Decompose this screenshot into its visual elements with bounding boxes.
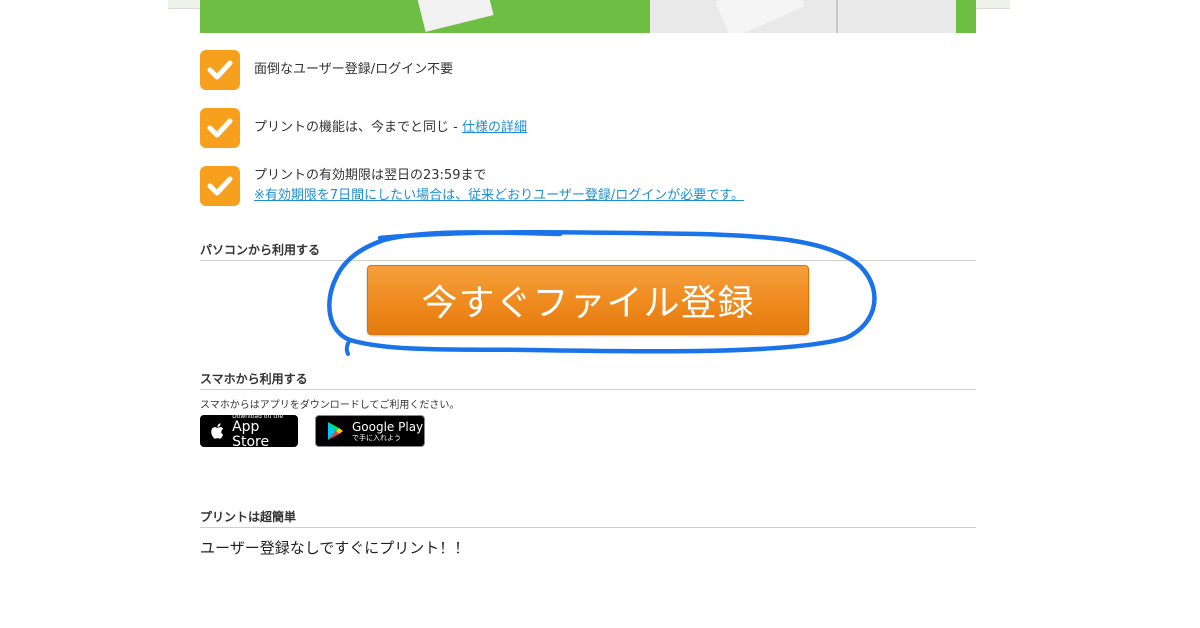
feature-item-no-login: 面倒なユーザー登録/ログイン不要 xyxy=(200,50,453,90)
expiry-7days-link[interactable]: ※有効期限を7日間にしたい場合は、従来どおりユーザー登録/ログインが必要です。 xyxy=(254,186,744,206)
register-file-now-button[interactable]: 今すぐファイル登録 xyxy=(367,265,809,335)
banner-paper-illustration xyxy=(416,0,494,32)
feature-text-body: プリントの有効期限は翌日の23:59まで xyxy=(254,168,487,183)
banner-divider xyxy=(836,0,838,33)
apple-icon xyxy=(211,423,224,439)
check-icon xyxy=(200,166,240,206)
google-play-badge[interactable]: Google Play で手に入れよう xyxy=(315,415,425,447)
app-download-note: スマホからはアプリをダウンロードしてご利用ください。 xyxy=(200,400,460,411)
feature-text-body: プリントの機能は、今までと同じ - xyxy=(254,120,462,135)
check-icon xyxy=(200,108,240,148)
google-play-icon xyxy=(328,422,343,440)
app-store-badge[interactable]: Download on the App Store xyxy=(200,413,298,450)
section-title-smartphone: スマホから利用する xyxy=(200,370,976,390)
hero-banner-image xyxy=(200,0,976,33)
feature-text: プリントの機能は、今までと同じ - 仕様の詳細 xyxy=(254,118,527,138)
google-play-small-text: で手に入れよう xyxy=(352,434,401,442)
section-title-easy-print: プリントは超簡単 xyxy=(200,508,976,528)
feature-text: 面倒なユーザー登録/ログイン不要 xyxy=(254,62,454,77)
feature-item-expiry: プリントの有効期限は翌日の23:59まで ※有効期限を7日間にしたい場合は、従来… xyxy=(200,166,744,206)
check-icon xyxy=(200,50,240,90)
spec-details-link[interactable]: 仕様の詳細 xyxy=(462,120,527,135)
google-play-big-text: Google Play xyxy=(352,420,424,434)
feature-text: プリントの有効期限は翌日の23:59まで ※有効期限を7日間にしたい場合は、従来… xyxy=(254,166,744,206)
feature-item-same-functions: プリントの機能は、今までと同じ - 仕様の詳細 xyxy=(200,108,527,148)
section-title-pc: パソコンから利用する xyxy=(200,241,976,261)
easy-print-body: ユーザー登録なしですぐにプリント！！ xyxy=(200,539,470,557)
app-store-big-text: App Store xyxy=(232,418,270,450)
page: 面倒なユーザー登録/ログイン不要 プリントの機能は、今までと同じ - 仕様の詳細… xyxy=(0,0,1200,628)
